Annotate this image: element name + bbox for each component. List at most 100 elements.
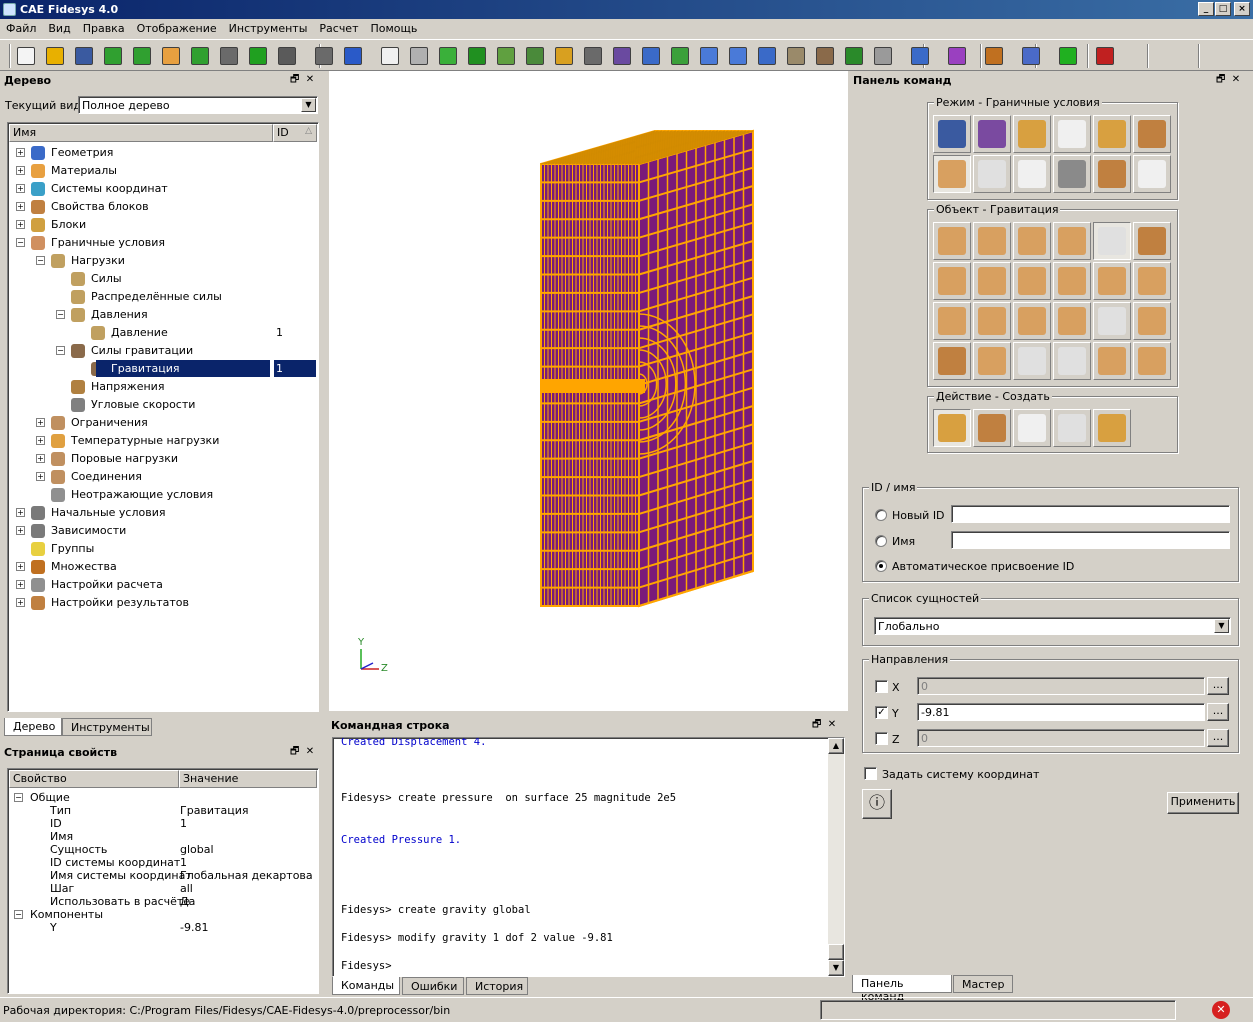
tree-col-name[interactable]: Имя — [9, 124, 273, 142]
new-id-radio[interactable] — [875, 509, 887, 521]
tree-item[interactable]: + Системы координат — [8, 180, 318, 198]
object-button-2[interactable] — [973, 222, 1011, 260]
tree-item[interactable]: Напряжения — [8, 378, 318, 396]
object-button-16[interactable] — [1053, 302, 1091, 340]
mode-button-4[interactable] — [1053, 115, 1091, 153]
object-button-24[interactable] — [1133, 342, 1171, 380]
menu-calc[interactable]: Расчет — [313, 19, 364, 35]
tree-dock-buttons[interactable]: 🗗 ✕ — [290, 72, 314, 89]
select-box-button[interactable] — [639, 44, 663, 68]
object-button-11[interactable] — [1093, 262, 1131, 300]
tree-item[interactable]: − Силы гравитации — [8, 342, 318, 360]
object-button-23[interactable] — [1093, 342, 1131, 380]
menu-view[interactable]: Вид — [42, 19, 76, 35]
object-button-9[interactable] — [1013, 262, 1051, 300]
props-row[interactable]: Сущность global — [8, 843, 316, 856]
props-col-prop[interactable]: Свойство — [9, 770, 179, 788]
mode-button-10[interactable] — [1053, 155, 1091, 193]
tree-col-id[interactable]: ID △ — [273, 124, 317, 142]
props-row[interactable]: ID системы координат 1 — [8, 856, 316, 869]
tree-item[interactable]: + Начальные условия — [8, 504, 318, 522]
object-button-10[interactable] — [1053, 262, 1091, 300]
expand-icon[interactable]: + — [16, 184, 25, 193]
gray-box-button[interactable] — [871, 44, 895, 68]
crosshair-button[interactable] — [945, 44, 969, 68]
tree-item[interactable]: Неотражающие условия — [8, 486, 318, 504]
object-button-18[interactable] — [1133, 302, 1171, 340]
action-button-5[interactable] — [1093, 409, 1131, 447]
props-group-row[interactable]: − Компоненты — [8, 908, 316, 921]
expand-icon[interactable]: + — [16, 148, 25, 157]
save-button[interactable] — [72, 44, 96, 68]
expand-icon[interactable]: + — [16, 202, 25, 211]
mode-button-5[interactable] — [1093, 115, 1131, 153]
undo-button[interactable] — [341, 44, 365, 68]
collapse-icon[interactable]: − — [14, 793, 23, 802]
tree-item[interactable]: + Настройки результатов — [8, 594, 318, 612]
mode-button-12[interactable] — [1133, 155, 1171, 193]
tab-command-panel[interactable]: Панель команд — [852, 975, 952, 1003]
mode-button-2[interactable] — [973, 115, 1011, 153]
wire-cube-button[interactable] — [378, 44, 402, 68]
scroll-down-icon[interactable]: ▼ — [828, 960, 844, 976]
shaded-cube-button[interactable] — [407, 44, 431, 68]
open-folder-button[interactable] — [43, 44, 67, 68]
perspective-button[interactable] — [784, 44, 808, 68]
mode-button-6[interactable] — [1133, 115, 1171, 153]
tree-item[interactable]: − Нагрузки — [8, 252, 318, 270]
z-browse-button[interactable]: ... — [1207, 729, 1229, 747]
object-button-8[interactable] — [973, 262, 1011, 300]
x-browse-button[interactable]: ... — [1207, 677, 1229, 695]
expand-icon[interactable]: + — [16, 580, 25, 589]
expand-icon[interactable]: + — [16, 220, 25, 229]
action-button-4[interactable] — [1053, 409, 1091, 447]
new-id-input[interactable] — [951, 505, 1230, 523]
edit-script-button[interactable] — [159, 44, 183, 68]
play-script-button[interactable] — [188, 44, 212, 68]
tree-item[interactable]: + Соединения — [8, 468, 318, 486]
node-button[interactable] — [552, 44, 576, 68]
expand-icon[interactable]: + — [16, 508, 25, 517]
tab-tools[interactable]: Инструменты — [62, 718, 152, 736]
props-table[interactable]: Свойство Значение − Общие Тип Гравитация ID 1… — [7, 768, 319, 994]
view-button[interactable] — [312, 44, 336, 68]
tree-item[interactable]: Силы — [8, 270, 318, 288]
props-row[interactable]: Y -9.81 — [8, 921, 316, 934]
id-script-button[interactable] — [217, 44, 241, 68]
tree-item[interactable]: − Давления — [8, 306, 318, 324]
pause-button[interactable] — [246, 44, 270, 68]
purple-cube-button[interactable] — [610, 44, 634, 68]
mode-button-11[interactable] — [1093, 155, 1131, 193]
props-row[interactable]: ID 1 — [8, 817, 316, 830]
object-button-7[interactable] — [933, 262, 971, 300]
new-file-button[interactable] — [14, 44, 38, 68]
tree-item[interactable]: + Материалы — [8, 162, 318, 180]
action-button-2[interactable] — [973, 409, 1011, 447]
tree-view[interactable]: Имя ID △ + Геометрия + Материалы + Системы коо… — [7, 122, 319, 712]
object-button-6[interactable] — [1133, 222, 1171, 260]
axes-button[interactable] — [1093, 44, 1117, 68]
rotate-button[interactable] — [755, 44, 779, 68]
action-button-1[interactable] — [933, 409, 971, 447]
object-button-5[interactable] — [1093, 222, 1131, 260]
scroll-thumb[interactable] — [828, 944, 844, 960]
menu-display[interactable]: Отображение — [131, 19, 223, 35]
mesh-model[interactable] — [329, 71, 848, 711]
mode-button-3[interactable] — [1013, 115, 1051, 153]
apply-button[interactable]: Применить — [1167, 792, 1239, 814]
green-cube-button[interactable] — [436, 44, 460, 68]
tree-item[interactable]: Давление 1 — [8, 324, 318, 342]
close-button[interactable]: × — [1234, 2, 1250, 16]
error-icon[interactable]: ✕ — [1212, 1001, 1230, 1019]
y-input[interactable]: -9.81 — [917, 703, 1205, 721]
x-checkbox[interactable] — [875, 680, 888, 693]
tree-item[interactable]: + Блоки — [8, 216, 318, 234]
props-col-value[interactable]: Значение — [179, 770, 317, 788]
expand-icon[interactable]: + — [36, 472, 45, 481]
name-input[interactable] — [951, 531, 1230, 549]
minimize-button[interactable]: _ — [1198, 2, 1214, 16]
frame-button[interactable] — [1019, 44, 1043, 68]
collapse-icon[interactable]: − — [36, 256, 45, 265]
object-button-4[interactable] — [1053, 222, 1091, 260]
load-button[interactable] — [982, 44, 1006, 68]
